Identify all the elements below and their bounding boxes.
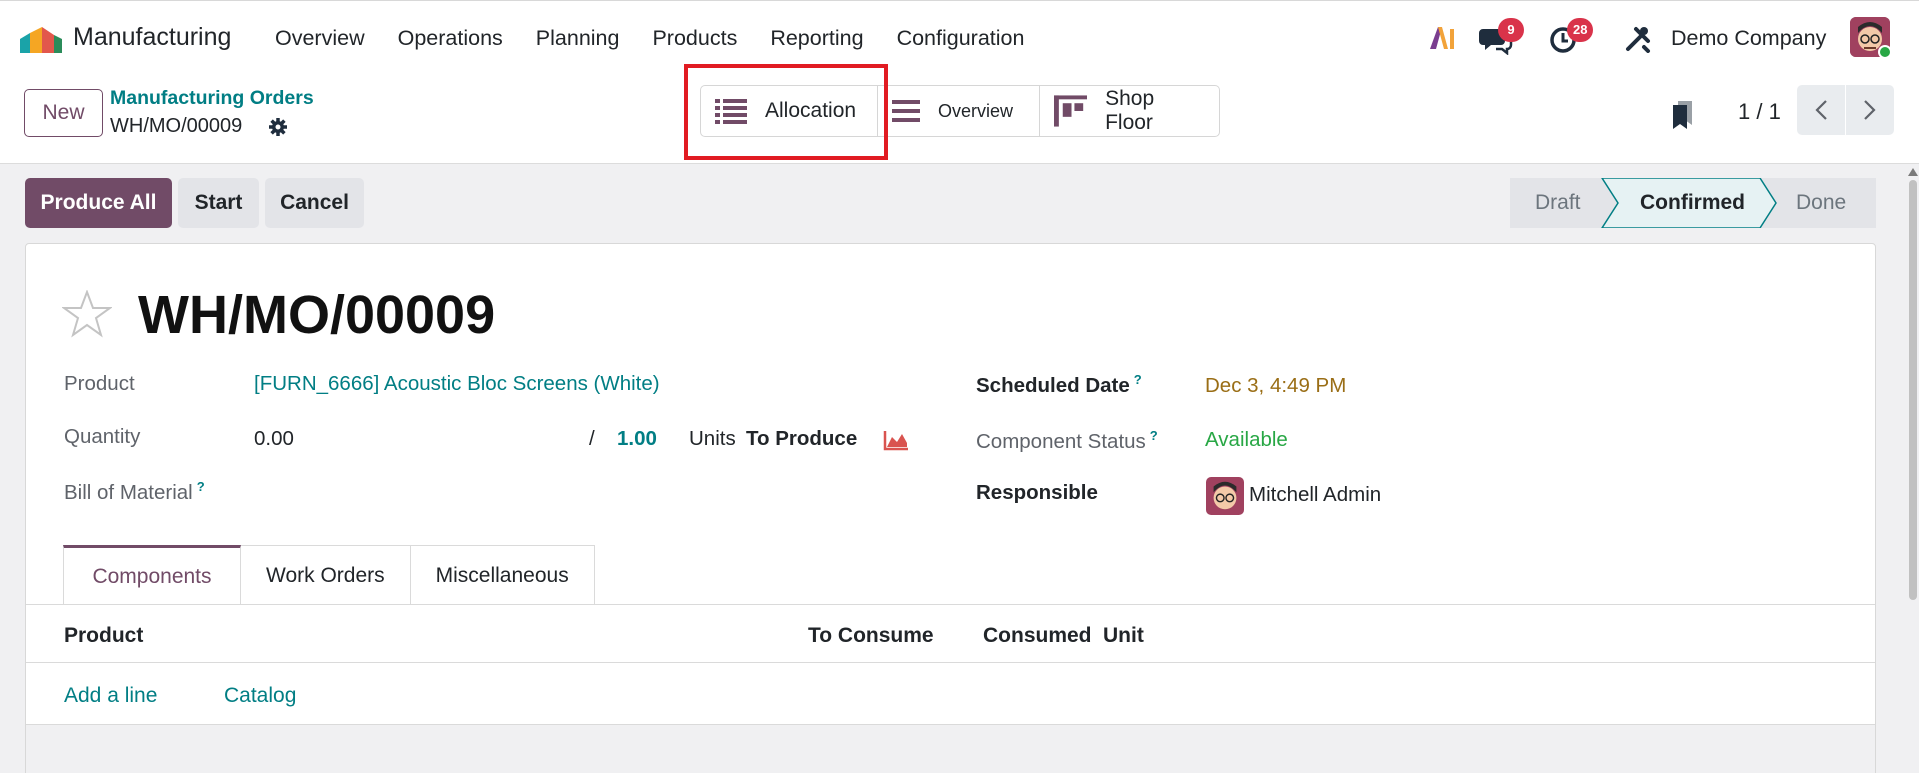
overview-label: Overview bbox=[938, 100, 1014, 121]
responsible-label: Responsible bbox=[976, 481, 1098, 504]
scheduled-help-icon[interactable]: ? bbox=[1134, 372, 1142, 387]
scrollbar-thumb[interactable] bbox=[1909, 180, 1917, 600]
stage-draft[interactable]: Draft bbox=[1535, 178, 1581, 228]
chevron-left-icon bbox=[1815, 100, 1827, 120]
online-status-icon bbox=[1878, 45, 1892, 59]
breadcrumb-current: WH/MO/00009 bbox=[110, 115, 243, 137]
control-panel: New Manufacturing Orders WH/MO/00009 All… bbox=[0, 64, 1919, 164]
lines-icon bbox=[892, 100, 920, 122]
quantity-label: Quantity bbox=[64, 425, 141, 448]
app-name[interactable]: Manufacturing bbox=[73, 23, 231, 52]
tab-divider bbox=[26, 604, 1875, 605]
main-menu: Overview Operations Planning Products Re… bbox=[275, 26, 1057, 51]
menu-item-operations[interactable]: Operations bbox=[398, 26, 503, 51]
component-status-help-icon[interactable]: ? bbox=[1150, 428, 1158, 443]
vertical-scrollbar[interactable] bbox=[1906, 168, 1919, 773]
table-footer-area bbox=[26, 725, 1875, 773]
pager-value[interactable]: 1 / 1 bbox=[1738, 99, 1781, 125]
responsible-avatar bbox=[1206, 477, 1244, 515]
ai-icon[interactable] bbox=[1428, 25, 1456, 51]
scheduled-date-label: Scheduled Date? bbox=[976, 372, 1142, 397]
bom-label: Bill of Material? bbox=[64, 479, 205, 504]
quantity-input[interactable]: 0.00 bbox=[254, 427, 294, 451]
activities-badge: 28 bbox=[1567, 18, 1594, 42]
gear-icon[interactable] bbox=[268, 117, 288, 137]
header-divider bbox=[26, 662, 1875, 663]
responsible-value[interactable]: Mitchell Admin bbox=[1249, 483, 1381, 507]
quantity-unit: Units bbox=[689, 427, 736, 450]
menu-item-products[interactable]: Products bbox=[652, 26, 737, 51]
overview-view-button[interactable]: Overview bbox=[878, 85, 1040, 137]
documents-icon[interactable] bbox=[1670, 99, 1696, 129]
start-button[interactable]: Start bbox=[178, 178, 259, 228]
star-icon[interactable] bbox=[62, 290, 112, 338]
messages-badge: 9 bbox=[1498, 18, 1524, 42]
company-switcher[interactable]: Demo Company bbox=[1671, 26, 1826, 51]
stage-done[interactable]: Done bbox=[1796, 178, 1846, 228]
status-bar: Draft Confirmed Done bbox=[1510, 178, 1876, 228]
shop-floor-view-button[interactable]: Shop Floor bbox=[1040, 85, 1220, 137]
quantity-target[interactable]: 1.00 bbox=[617, 427, 657, 451]
quantity-separator: / bbox=[589, 427, 595, 450]
area-chart-icon[interactable] bbox=[883, 429, 909, 451]
component-status-value: Available bbox=[1205, 428, 1288, 451]
tab-miscellaneous[interactable]: Miscellaneous bbox=[410, 545, 595, 605]
menu-item-reporting[interactable]: Reporting bbox=[770, 26, 863, 51]
add-line-link[interactable]: Add a line bbox=[64, 684, 157, 708]
breadcrumb-parent[interactable]: Manufacturing Orders bbox=[110, 87, 314, 110]
pager-previous-button[interactable] bbox=[1797, 85, 1845, 135]
chevron-right-icon bbox=[1864, 100, 1876, 120]
shop-floor-icon bbox=[1054, 95, 1088, 127]
column-product[interactable]: Product bbox=[64, 624, 143, 648]
product-label: Product bbox=[64, 372, 135, 395]
menu-item-overview[interactable]: Overview bbox=[275, 26, 365, 51]
stage-confirmed[interactable]: Confirmed bbox=[1640, 178, 1745, 228]
manufacturing-app-icon[interactable] bbox=[20, 25, 62, 53]
form-sheet: WH/MO/00009 Product [FURN_6666] Acoustic… bbox=[25, 243, 1876, 773]
top-navbar: Manufacturing Overview Operations Planni… bbox=[0, 0, 1919, 77]
column-unit[interactable]: Unit bbox=[1103, 624, 1144, 648]
notebook-tabs: Components Work Orders Miscellaneous bbox=[63, 545, 595, 605]
column-consumed[interactable]: Consumed bbox=[983, 624, 1092, 648]
scroll-up-icon[interactable] bbox=[1908, 168, 1918, 176]
column-to-consume[interactable]: To Consume bbox=[808, 624, 934, 648]
product-value[interactable]: [FURN_6666] Acoustic Bloc Screens (White… bbox=[254, 372, 660, 396]
menu-item-configuration[interactable]: Configuration bbox=[897, 26, 1025, 51]
debug-tools-icon[interactable] bbox=[1624, 25, 1652, 53]
record-title: WH/MO/00009 bbox=[138, 285, 496, 345]
cancel-button[interactable]: Cancel bbox=[265, 178, 364, 228]
to-produce-label: To Produce bbox=[746, 427, 858, 450]
scheduled-date-value[interactable]: Dec 3, 4:49 PM bbox=[1205, 374, 1346, 398]
new-button[interactable]: New bbox=[24, 89, 103, 137]
tab-components[interactable]: Components bbox=[63, 545, 241, 605]
tab-work-orders[interactable]: Work Orders bbox=[241, 545, 411, 605]
component-status-label: Component Status? bbox=[976, 428, 1158, 453]
menu-item-planning[interactable]: Planning bbox=[536, 26, 620, 51]
catalog-link[interactable]: Catalog bbox=[224, 684, 296, 708]
pager-next-button[interactable] bbox=[1846, 85, 1894, 135]
produce-all-button[interactable]: Produce All bbox=[25, 178, 172, 228]
highlight-box bbox=[684, 64, 888, 160]
shop-floor-label: Shop Floor bbox=[1105, 87, 1155, 134]
bom-help-icon[interactable]: ? bbox=[197, 479, 205, 494]
